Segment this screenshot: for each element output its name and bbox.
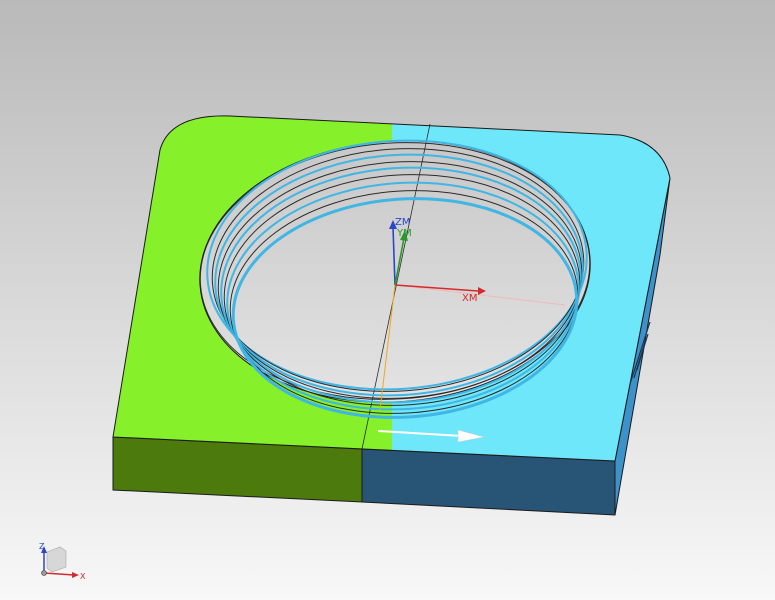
ym-label: YM	[396, 228, 412, 239]
graphics-viewport[interactable]: ZM YM XM Z X	[0, 0, 775, 600]
xm-label: XM	[462, 293, 477, 304]
triad-cube-face	[46, 546, 67, 573]
viewport-background	[0, 0, 775, 600]
zm-label: ZM	[395, 217, 410, 228]
triad-x-label: X	[80, 572, 86, 581]
triad-z-label: Z	[39, 542, 45, 551]
triad-origin	[41, 570, 47, 576]
